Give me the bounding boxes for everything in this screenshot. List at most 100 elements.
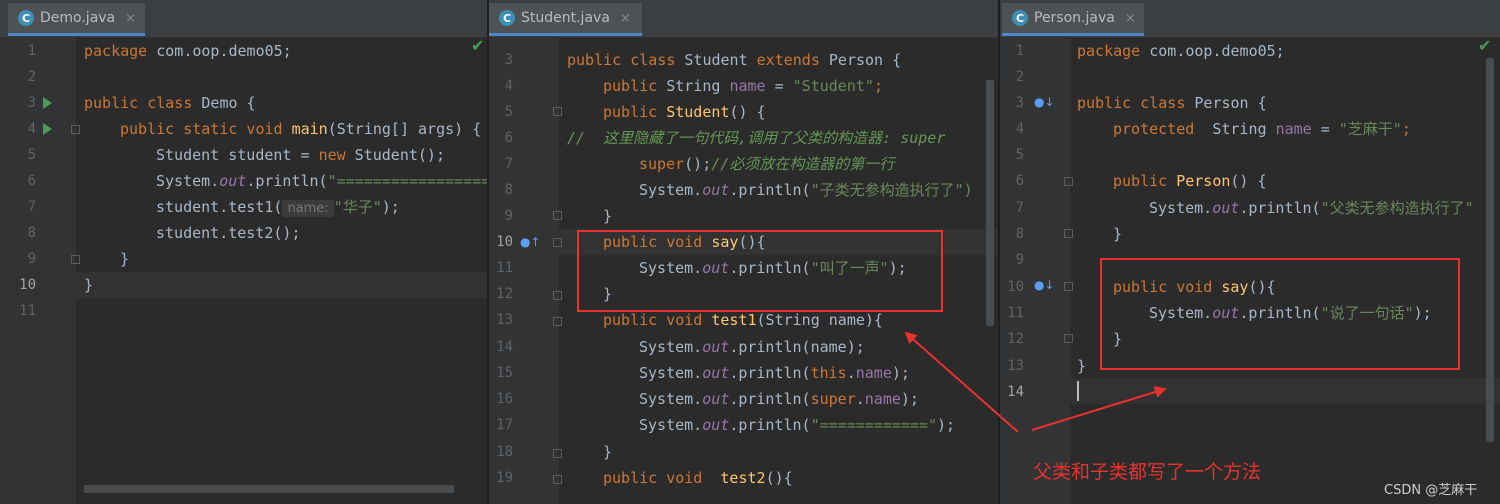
tab-label: Demo.java [40,10,116,26]
line-number: 1 [27,43,36,59]
fold-marker-icon[interactable] [1064,334,1073,343]
code-line: Student student = new Student(); [156,146,445,164]
line-number: 12 [1007,331,1024,347]
code-line: public Student() { [603,103,766,121]
line-number: 8 [27,225,36,241]
code-line: System.out.println(super.name); [639,390,919,408]
line-number: 13 [496,312,513,328]
line-number: 13 [1007,358,1024,374]
code-line: public class Student extends Person { [567,51,902,69]
editor-pane-person: C Person.java × 1 2 3 4 5 6 7 8 9 10 11 … [1000,0,1500,504]
check-icon: ✔ [471,36,485,55]
run-icon[interactable] [43,123,52,135]
vertical-scrollbar[interactable] [986,80,994,326]
param-hint: name: [282,200,334,217]
fold-marker-icon[interactable] [71,255,80,264]
line-number: 5 [504,104,513,120]
tab-bar-student: C Student.java × [489,0,998,38]
horizontal-scrollbar[interactable] [84,485,454,493]
line-number: 8 [504,182,513,198]
code-line: System.out.println("父类无参构造执行了" [1149,199,1474,217]
fold-marker-icon[interactable] [553,317,562,326]
tab-person-java[interactable]: C Person.java × [1002,3,1144,36]
close-icon[interactable]: × [1125,11,1136,26]
highlight-box-say-method [1100,258,1460,370]
line-number: 6 [27,173,36,189]
line-number: 9 [504,208,513,224]
line-number: 3 [27,95,36,111]
code-line: public void test2(){ [603,469,793,487]
overridden-method-icon[interactable]: ●↓ [1034,278,1055,292]
line-number: 7 [504,156,513,172]
tab-bar-person: C Person.java × [1000,0,1500,38]
line-number: 3 [504,52,513,68]
current-line-highlight [1000,378,1500,404]
annotation-text: 父类和子类都写了一个方法 [1033,461,1262,483]
java-class-icon: C [18,10,34,26]
line-number: 4 [1015,121,1024,137]
line-number: 11 [19,303,36,319]
line-number: 17 [496,417,513,433]
code-line: System.out.println("============"); [639,416,956,434]
code-line: package com.oop.demo05; [84,42,292,60]
line-number: 6 [1015,173,1024,189]
fold-marker-icon[interactable] [553,238,562,247]
tab-bar-demo: C Demo.java × [0,0,487,38]
line-number: 14 [496,339,513,355]
line-number: 10 [496,234,513,250]
code-line: System.out.println(this.name); [639,364,910,382]
fold-marker-icon[interactable] [553,291,562,300]
line-number: 14 [1007,384,1024,400]
line-number: 2 [27,69,36,85]
java-class-icon: C [499,10,515,26]
fold-marker-icon[interactable] [553,449,562,458]
line-number: 4 [504,78,513,94]
tab-label: Student.java [521,10,610,26]
line-number: 9 [27,251,36,267]
line-number: 15 [496,365,513,381]
highlight-box-say-method [577,230,943,312]
text-caret [1077,381,1079,401]
code-line: } [84,276,94,294]
java-class-icon: C [1012,10,1028,26]
code-line: } [603,443,613,461]
override-method-icon[interactable]: ●↑ [520,235,541,249]
code-line: System.out.println("子类无参构造执行了") [639,181,973,199]
tab-label: Person.java [1034,10,1115,26]
code-line: System.out.println(name); [639,338,865,356]
fold-marker-icon[interactable] [553,211,562,220]
editor-pane-student: C Student.java × 3 4 5 6 7 8 9 10 11 12 … [489,0,998,504]
line-number: 11 [1007,305,1024,321]
tab-demo-java[interactable]: C Demo.java × [8,3,145,36]
close-icon[interactable]: × [125,11,136,26]
code-line: super();//必须放在构造器的第一行 [639,155,895,173]
line-number: 9 [1015,252,1024,268]
code-line: student.test1(name: "华子"); [156,198,400,217]
fold-marker-icon[interactable] [71,125,80,134]
check-icon: ✔ [1478,36,1492,55]
line-number: 16 [496,391,513,407]
line-number: 19 [496,470,513,486]
fold-marker-icon[interactable] [1064,282,1073,291]
fold-marker-icon[interactable] [553,475,562,484]
line-number: 11 [496,260,513,276]
code-line: public class Person { [1077,94,1267,112]
tab-student-java[interactable]: C Student.java × [489,3,642,36]
vertical-scrollbar[interactable] [1486,58,1494,442]
overridden-method-icon[interactable]: ●↓ [1034,95,1055,109]
fold-marker-icon[interactable] [1064,229,1073,238]
line-number: 7 [27,199,36,215]
current-line-highlight [0,272,487,298]
line-number: 5 [1015,147,1024,163]
close-icon[interactable]: × [620,11,631,26]
fold-marker-icon[interactable] [1064,177,1073,186]
code-line: public Person() { [1113,172,1267,190]
line-number: 10 [19,277,36,293]
line-number: 7 [1015,200,1024,216]
line-number: 10 [1007,279,1024,295]
code-line: protected String name = "芝麻干"; [1113,120,1411,138]
line-number: 8 [1015,226,1024,242]
code-line: public static void main(String[] args) { [120,120,482,138]
fold-marker-icon[interactable] [553,107,562,116]
run-icon[interactable] [43,97,52,109]
